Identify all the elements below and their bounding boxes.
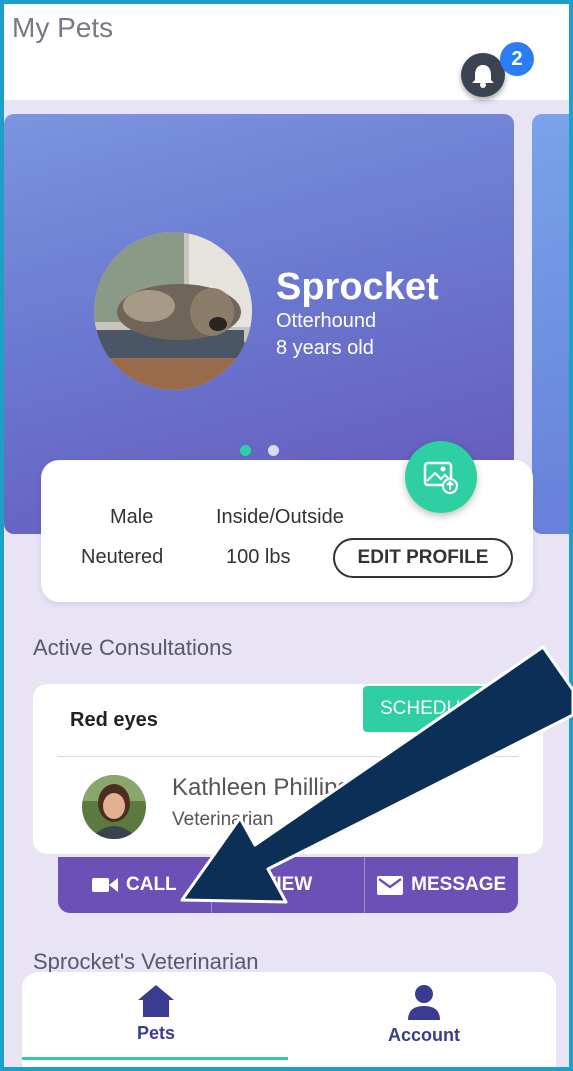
notifications-button[interactable] bbox=[461, 53, 505, 97]
message-label: MESSAGE bbox=[411, 874, 507, 895]
pet-sex: Male bbox=[110, 506, 154, 528]
envelope-icon bbox=[377, 875, 404, 895]
pet-photo bbox=[94, 232, 252, 390]
vet-name: Kathleen Phillips bbox=[172, 774, 350, 801]
message-button[interactable]: MESSAGE bbox=[365, 857, 518, 913]
active-tab-indicator bbox=[22, 1057, 288, 1060]
next-pet-card-peek[interactable] bbox=[532, 114, 569, 534]
bottom-nav bbox=[22, 972, 556, 1067]
consultation-title: Red eyes bbox=[70, 709, 158, 731]
status-badge: SCHEDULED bbox=[363, 686, 519, 732]
consultation-action-bar: CALL VIEW MESSAGE bbox=[58, 857, 518, 913]
nav-item-account[interactable]: Account bbox=[374, 984, 474, 1046]
call-button[interactable]: CALL bbox=[58, 857, 212, 913]
pet-fixed-status: Neutered bbox=[81, 546, 164, 568]
app-screen: My Pets Sprocket Otterhound 8 years old … bbox=[4, 4, 569, 1067]
nav-label-account: Account bbox=[388, 1025, 460, 1045]
home-icon bbox=[138, 985, 174, 1017]
edit-profile-button[interactable]: EDIT PROFILE bbox=[333, 538, 513, 578]
pet-weight: 100 lbs bbox=[226, 546, 291, 568]
bell-icon bbox=[472, 65, 494, 88]
person-icon bbox=[408, 985, 440, 1020]
pet-breed: Otterhound bbox=[276, 310, 377, 332]
avatar bbox=[82, 775, 146, 839]
notification-count-badge: 2 bbox=[500, 42, 534, 76]
nav-label-pets: Pets bbox=[136, 1023, 176, 1043]
call-label: CALL bbox=[126, 874, 177, 895]
pet-age: 8 years old bbox=[276, 337, 374, 359]
vet-role: Veterinarian bbox=[172, 809, 274, 830]
nav-item-pets[interactable]: Pets bbox=[114, 984, 198, 1044]
divider bbox=[58, 756, 518, 757]
carousel-dot[interactable] bbox=[268, 445, 279, 456]
page-title: My Pets bbox=[12, 12, 114, 43]
image-upload-icon bbox=[423, 461, 459, 495]
pet-name: Sprocket bbox=[276, 266, 439, 308]
view-button[interactable]: VIEW bbox=[212, 857, 366, 913]
carousel-dot-active[interactable] bbox=[240, 445, 251, 456]
upload-photo-button[interactable] bbox=[405, 441, 477, 513]
video-camera-icon bbox=[92, 878, 118, 892]
view-label: VIEW bbox=[263, 874, 313, 895]
active-consultations-heading: Active Consultations bbox=[33, 635, 233, 660]
pet-environment: Inside/Outside bbox=[216, 506, 344, 528]
